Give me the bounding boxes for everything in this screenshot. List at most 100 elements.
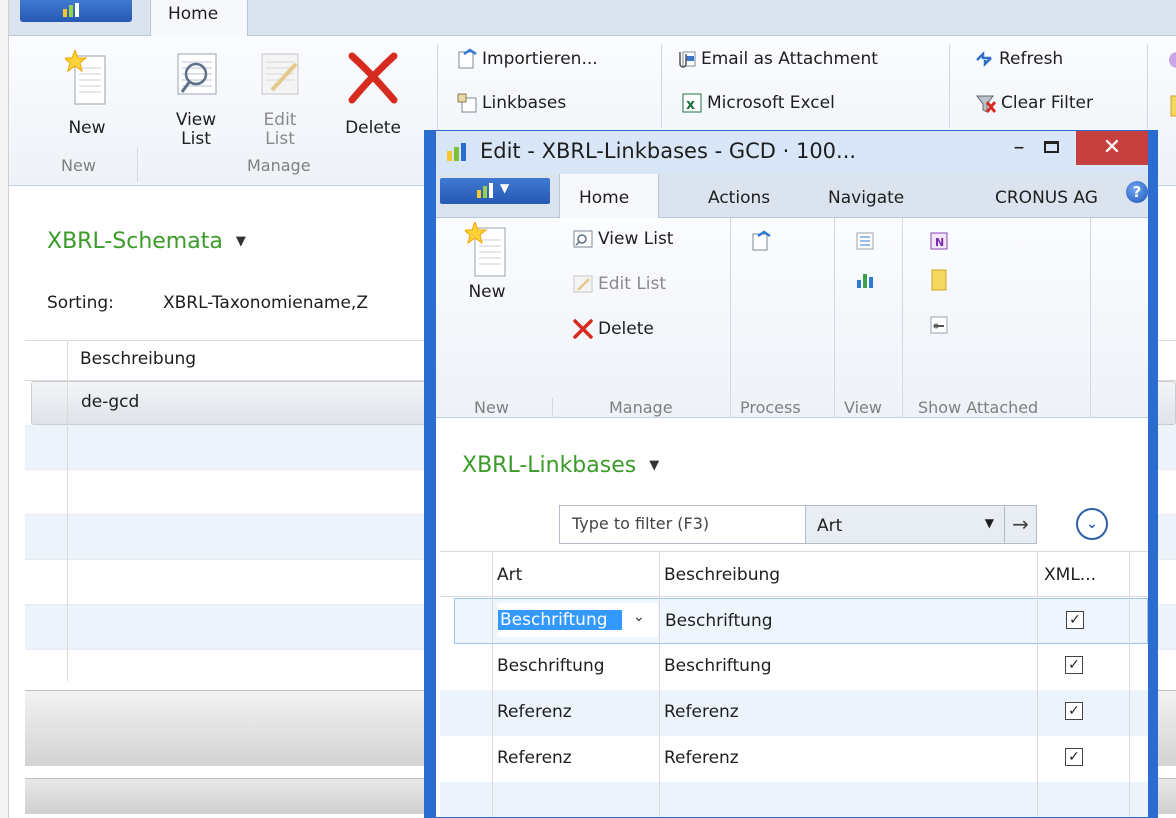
company-name[interactable]: CRONUS AG — [995, 188, 1098, 208]
tab-home[interactable]: Home — [150, 0, 248, 37]
column-header-beschreibung[interactable]: Beschreibung — [80, 349, 196, 369]
importieren-button[interactable]: Importieren... — [456, 48, 598, 70]
dynamics-logo-icon — [63, 3, 79, 17]
table-row[interactable]: Beschriftung Beschriftung ✓ — [440, 644, 1148, 690]
svg-text:x: x — [686, 97, 695, 113]
email-as-attachment-button[interactable]: Email as Attachment — [675, 48, 878, 70]
new-button[interactable]: New — [460, 220, 514, 302]
dialog-ribbon-tabstrip: ▼ Home Actions Navigate CRONUS AG ? — [436, 174, 1148, 219]
view-list-icon — [573, 230, 593, 248]
application-menu-button[interactable]: ▼ — [440, 178, 550, 204]
art-edit-field[interactable]: Beschriftung ⌄ — [498, 603, 658, 637]
column-header-xml[interactable]: XML... — [1044, 565, 1096, 585]
application-menu-button[interactable] — [20, 0, 132, 22]
filter-field-value: Art — [817, 516, 843, 536]
delete-label: Delete — [598, 319, 654, 339]
group-separator — [137, 148, 138, 182]
email-as-attachment-label: Email as Attachment — [701, 49, 878, 69]
linkbases-label: Linkbases — [482, 93, 567, 113]
importieren-label: Importieren... — [482, 49, 598, 69]
chevron-down-icon[interactable]: ⌄ — [633, 609, 645, 625]
clear-filter-button[interactable]: Clear Filter — [975, 92, 1093, 114]
edit-list-button[interactable]: Edit List — [254, 50, 306, 149]
edit-list-button[interactable]: Edit List — [572, 273, 666, 295]
table-row[interactable]: Beschriftung ⌄ Beschriftung ✓ — [454, 598, 1148, 644]
edit-list-icon — [261, 53, 299, 95]
sorting-label: Sorting: — [47, 293, 114, 313]
refresh-icon — [976, 50, 992, 68]
view-list-icon — [177, 53, 217, 95]
xml-checkbox[interactable]: ✓ — [1065, 748, 1083, 766]
cell-art: Referenz — [497, 702, 572, 722]
new-button-label: New — [468, 282, 506, 302]
column-header-art[interactable]: Art — [497, 565, 522, 585]
page-title[interactable]: XBRL-Schemata ▼ — [47, 229, 246, 254]
email-attachment-icon — [679, 51, 696, 68]
page-title[interactable]: XBRL-Linkbases ▼ — [462, 453, 659, 478]
edit-list-label: Edit List — [598, 274, 667, 294]
chevron-down-icon: ▼ — [235, 234, 246, 249]
delete-x-icon — [573, 319, 593, 339]
chevron-down-icon: ▼ — [500, 181, 510, 195]
minimize-button[interactable]: – — [1004, 137, 1034, 163]
tab-actions[interactable]: Actions — [708, 188, 770, 208]
group-separator — [834, 218, 835, 418]
links-icon[interactable] — [928, 314, 950, 336]
refresh-button[interactable]: Refresh — [973, 48, 1063, 70]
table-row[interactable]: Referenz Referenz ✓ — [440, 690, 1148, 736]
edit-list-icon — [573, 275, 593, 293]
page-title-text: XBRL-Schemata — [47, 229, 223, 254]
delete-label: Delete — [345, 118, 401, 138]
new-button-label: New — [68, 118, 106, 138]
notes-icon[interactable] — [928, 268, 950, 292]
tab-navigate[interactable]: Navigate — [828, 188, 904, 208]
group-separator — [730, 218, 731, 418]
filter-placeholder: Type to filter (F3) — [572, 514, 710, 533]
group-label-view: View — [844, 398, 882, 417]
chevron-down-icon: ▼ — [984, 516, 994, 530]
edit-linkbases-dialog: Edit - XBRL-Linkbases - GCD · 100... – ✕… — [424, 130, 1158, 818]
dialog-title: Edit - XBRL-Linkbases - GCD · 100... — [480, 139, 857, 163]
group-separator — [1090, 218, 1091, 418]
cell-beschreibung: Beschriftung — [664, 656, 772, 676]
chevron-down-circle-icon: ⌄ — [1086, 516, 1098, 532]
xml-checkbox[interactable]: ✓ — [1065, 702, 1083, 720]
dialog-ribbon: New View List Edit List Delete N New Man… — [436, 218, 1148, 418]
expand-filter-button[interactable]: ⌄ — [1076, 508, 1108, 540]
dialog-titlebar[interactable]: Edit - XBRL-Linkbases - GCD · 100... – ✕ — [436, 131, 1148, 174]
table-row[interactable]: Referenz Referenz ✓ — [440, 736, 1148, 782]
delete-button[interactable]: Delete — [339, 50, 407, 138]
view-list-button[interactable]: View List — [167, 50, 225, 149]
group-label-manage: Manage — [609, 398, 673, 417]
tab-home[interactable]: Home — [559, 174, 659, 219]
close-button[interactable]: ✕ — [1076, 131, 1148, 165]
delete-button[interactable]: Delete — [572, 318, 654, 340]
dynamics-logo-icon — [477, 183, 493, 198]
sorting-value[interactable]: XBRL-Taxonomiename,Z — [163, 293, 368, 313]
view-list-small-icon[interactable] — [854, 230, 876, 252]
view-list-button[interactable]: View List — [572, 228, 673, 250]
row-beschreibung: de-gcd — [81, 392, 140, 412]
maximize-icon — [1044, 141, 1059, 153]
column-header-beschreibung[interactable]: Beschreibung — [664, 565, 780, 585]
grid-divider — [659, 552, 660, 817]
maximize-button[interactable] — [1036, 137, 1066, 163]
xml-checkbox[interactable]: ✓ — [1065, 656, 1083, 674]
xml-checkbox[interactable]: ✓ — [1066, 611, 1084, 629]
new-document-icon — [62, 48, 106, 105]
process-import-icon[interactable] — [750, 230, 772, 252]
help-icon[interactable]: ? — [1126, 181, 1148, 203]
linkbases-button[interactable]: Linkbases — [456, 92, 566, 114]
apply-filter-button[interactable]: → — [1004, 505, 1037, 544]
linkbases-grid: Art Beschreibung XML... Beschriftung ⌄ B… — [440, 551, 1148, 817]
new-button[interactable]: New — [54, 48, 120, 138]
onenote-icon[interactable]: N — [928, 230, 950, 252]
grid-divider — [1037, 552, 1038, 817]
filter-field-select[interactable]: Art ▼ — [805, 505, 1005, 544]
microsoft-excel-button[interactable]: x Microsoft Excel — [681, 92, 835, 114]
view-list-label: View List — [598, 229, 674, 249]
close-icon: ✕ — [1102, 135, 1122, 160]
filter-input[interactable]: Type to filter (F3) — [559, 505, 806, 544]
chart-icon[interactable] — [854, 268, 876, 290]
cell-beschreibung: Referenz — [664, 702, 739, 722]
